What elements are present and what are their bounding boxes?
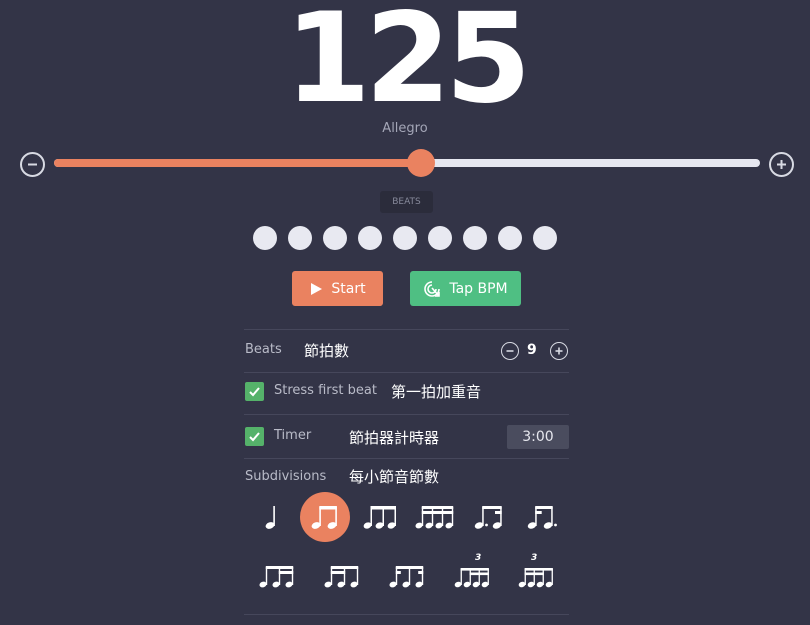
minus-icon [506, 350, 514, 352]
tap-icon [424, 280, 441, 297]
beats-label: Beats [245, 342, 282, 357]
timer-label: Timer [274, 428, 312, 443]
dotted-eighth-sixteenth-icon [474, 506, 502, 529]
divider [244, 458, 569, 459]
divider [244, 329, 569, 330]
beat-dot[interactable] [428, 226, 452, 250]
triplet-eighths-icon [363, 506, 396, 529]
decrease-beats-button[interactable] [501, 342, 519, 360]
beat-dot[interactable] [323, 226, 347, 250]
subdivisions-note: 每小節音節數 [349, 468, 440, 486]
subdivisions-label: Subdivisions [245, 469, 327, 484]
tempo-marking: Allegro [382, 121, 428, 136]
increase-beats-button[interactable] [550, 342, 568, 360]
stress-first-beat-note: 第一拍加重音 [391, 383, 482, 401]
subdivision-sixteenth-sextuplet[interactable]: 3 [511, 551, 561, 601]
subdivision-sixteenth-eighth-sixteenth[interactable] [382, 551, 432, 601]
beat-dot[interactable] [253, 226, 277, 250]
bpm-value: 125 [284, 0, 532, 131]
subdivision-dotted-eighth-sixteenth[interactable] [464, 492, 514, 542]
sixteenth-eighth-sixteenth-icon [389, 566, 424, 588]
tap-bpm-button[interactable]: Tap BPM [410, 271, 521, 306]
two-sixteenths-eighth-icon [324, 566, 359, 588]
triplet-mark: 3 [475, 553, 482, 563]
beat-dot[interactable] [533, 226, 557, 250]
subdivision-two-sixteenths-eighth[interactable] [317, 551, 367, 601]
eighth-two-sixteenths-icon [259, 566, 294, 588]
checkmark-icon [249, 432, 260, 442]
beats-tag: BEATS [380, 191, 433, 213]
subdivision-sixteenth-triplet[interactable]: 3 [447, 551, 497, 601]
stress-first-beat-checkbox[interactable] [245, 382, 264, 401]
beat-dot[interactable] [463, 226, 487, 250]
start-button[interactable]: Start [292, 271, 383, 306]
beats-note: 節拍數 [304, 342, 350, 360]
increase-bpm-button[interactable] [769, 152, 794, 177]
subdivision-sixteenths[interactable] [410, 492, 460, 542]
beats-value: 9 [527, 342, 537, 358]
divider [244, 614, 569, 615]
divider [244, 372, 569, 373]
beat-dot[interactable] [288, 226, 312, 250]
plus-icon [555, 347, 563, 355]
sixteenths-icon [415, 506, 454, 529]
divider [244, 414, 569, 415]
plus-icon [777, 160, 786, 169]
sixteenth-dotted-eighth-icon [527, 506, 557, 529]
minus-icon [28, 163, 37, 166]
checkmark-icon [249, 387, 260, 397]
eighth-pair-icon [311, 506, 337, 529]
subdivision-eighths[interactable] [300, 492, 350, 542]
sixteenth-triplet-icon [454, 568, 489, 588]
stress-first-beat-label: Stress first beat [274, 383, 377, 398]
sixteenth-sextuplet-icon [518, 568, 553, 588]
bpm-slider-thumb[interactable] [407, 149, 436, 177]
timer-value-input[interactable]: 3:00 [507, 425, 569, 449]
subdivision-eighth-two-sixteenths[interactable] [252, 551, 302, 601]
start-button-label: Start [331, 280, 366, 297]
triplet-mark: 3 [531, 553, 538, 563]
quarter-note-icon [265, 506, 275, 529]
subdivision-triplet-eighths[interactable] [355, 492, 405, 542]
subdivision-quarter[interactable] [247, 492, 297, 542]
subdivision-sixteenth-dotted-eighth[interactable] [517, 492, 567, 542]
beat-indicator-row [0, 226, 810, 250]
timer-note: 節拍器計時器 [349, 429, 440, 447]
bpm-slider-fill [54, 159, 422, 167]
timer-checkbox[interactable] [245, 427, 264, 446]
beat-dot[interactable] [358, 226, 382, 250]
beat-dot[interactable] [498, 226, 522, 250]
play-icon [311, 282, 323, 295]
beat-dot[interactable] [393, 226, 417, 250]
tap-bpm-button-label: Tap BPM [449, 280, 508, 297]
decrease-bpm-button[interactable] [20, 152, 45, 177]
